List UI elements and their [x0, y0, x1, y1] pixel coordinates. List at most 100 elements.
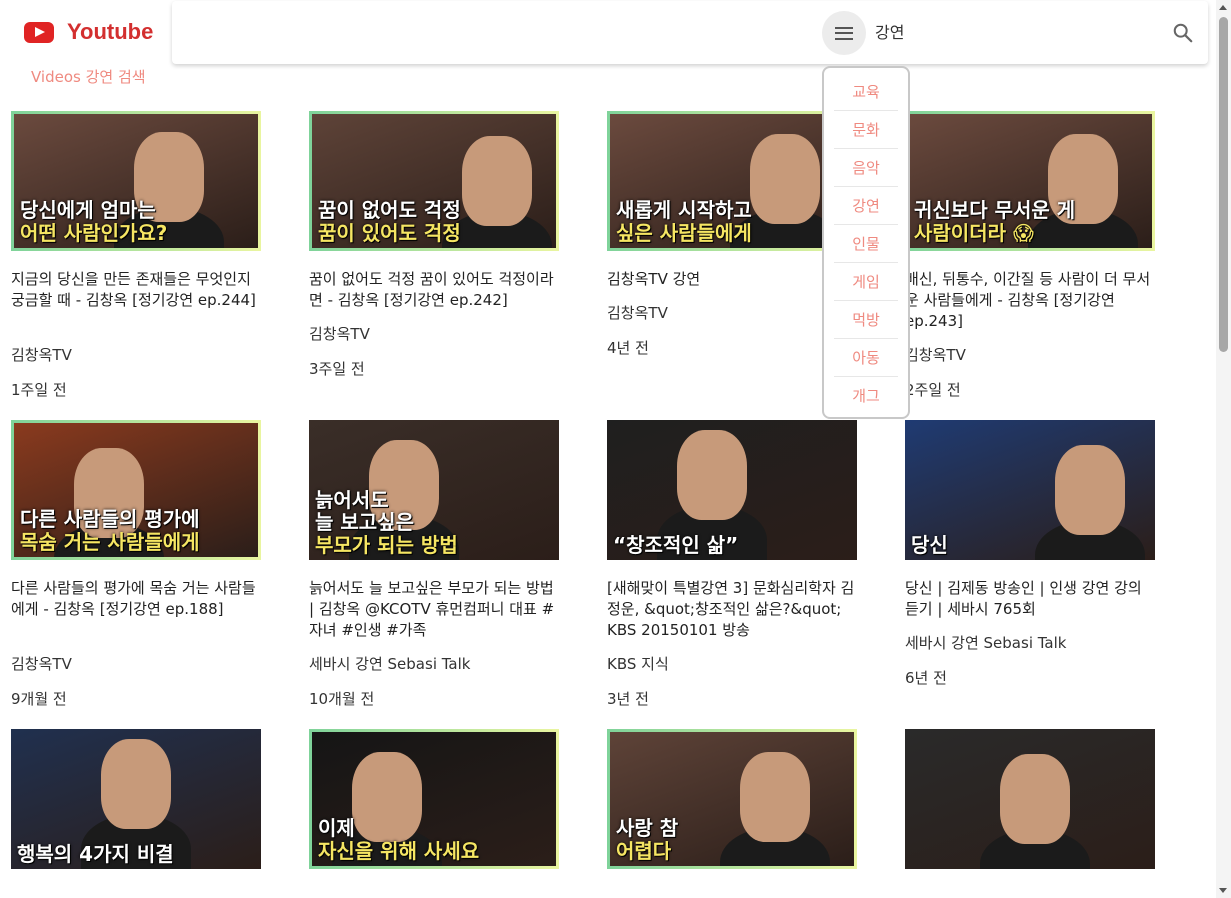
video-thumbnail[interactable]: 당신에게 엄마는 어떤 사람인가요?: [11, 111, 261, 251]
thumbnail-caption-line: 귀신보다 무서운 게: [914, 198, 1076, 223]
video-card[interactable]: [905, 729, 1155, 869]
category-item[interactable]: 먹방: [834, 301, 898, 339]
video-thumbnail[interactable]: 이제 자신을 위해 사세요: [309, 729, 559, 869]
video-title[interactable]: 당신 | 김제동 방송인 | 인생 강연 강의 듣기 | 세바시 765회: [905, 578, 1155, 620]
thumbnail-caption-line: 목숨 거는 사람들에게: [20, 529, 200, 554]
video-card[interactable]: 다른 사람들의 평가에 목숨 거는 사람들에게 다른 사람들의 평가에 목숨 거는 …: [11, 420, 261, 729]
video-thumbnail[interactable]: 귀신보다 무서운 게 사람이더라 😱: [905, 111, 1155, 251]
thumbnail-caption-line: 늘 보고싶은: [315, 510, 414, 535]
scrollbar[interactable]: [1216, 0, 1231, 898]
category-item[interactable]: 개그: [834, 377, 898, 415]
youtube-play-icon: [24, 21, 54, 43]
channel-name[interactable]: KBS 지식: [607, 653, 857, 674]
search-icon[interactable]: [1172, 22, 1194, 44]
search-bar: [172, 1, 1208, 64]
video-thumbnail[interactable]: 꿈이 없어도 걱정 꿈이 있어도 걱정: [309, 111, 559, 251]
video-card[interactable]: 새롭게 시작하고 싶은 사람들에게김창옥TV 강연김창옥TV 4년 전: [607, 111, 857, 420]
upload-age: 6년 전: [905, 669, 947, 687]
thumbnail-caption: 당신: [911, 532, 1149, 557]
thumbnail-face: [677, 430, 747, 520]
video-card[interactable]: 당신당신 | 김제동 방송인 | 인생 강연 강의 듣기 | 세바시 765회세…: [905, 420, 1155, 729]
thumbnail-caption-line: 싶은 사람들에게: [616, 220, 752, 245]
video-title[interactable]: 배신, 뒤통수, 이간질 등 사람이 더 무서운 사람들에게 - 김창옥 [정기…: [905, 269, 1155, 332]
logo[interactable]: Youtube: [24, 19, 153, 45]
video-thumbnail[interactable]: 다른 사람들의 평가에 목숨 거는 사람들에게: [11, 420, 261, 560]
video-card[interactable]: 이제 자신을 위해 사세요: [309, 729, 559, 869]
channel-name[interactable]: 김창옥TV: [905, 344, 1155, 365]
scroll-down-arrow-icon[interactable]: [1219, 888, 1227, 893]
video-title[interactable]: [새해맞이 특별강연 3] 문화심리학자 김정운, &quot;창조적인 삶은?…: [607, 578, 857, 641]
thumbnail-caption-line: 자신을 위해 사세요: [318, 838, 480, 863]
thumbnail-caption-line: 사랑 참: [616, 816, 679, 841]
thumbnail-caption-line: 꿈이 있어도 걱정: [318, 220, 461, 245]
video-thumbnail[interactable]: 사랑 참 어렵다: [607, 729, 857, 869]
channel-name[interactable]: 김창옥TV: [11, 344, 261, 365]
thumbnail-caption-line: 사람이더라 😱: [914, 220, 1034, 245]
scrollbar-thumb[interactable]: [1219, 17, 1228, 352]
thumbnail-caption: 행복의 4가지 비결: [17, 842, 255, 865]
thumbnail-caption-line: 새롭게 시작하고: [616, 198, 752, 223]
video-thumbnail[interactable]: “창조적인 삶”: [607, 420, 857, 560]
channel-name[interactable]: 세바시 강연 Sebasi Talk: [309, 653, 559, 674]
thumbnail-caption-line: 이제: [318, 816, 355, 841]
video-title[interactable]: 김창옥TV 강연: [607, 269, 857, 290]
upload-age: 1주일 전: [11, 381, 67, 399]
thumbnail-face: [1000, 754, 1070, 844]
video-card[interactable]: 늙어서도 늘 보고싶은 부모가 되는 방법늙어서도 늘 보고싶은 부모가 되는 방법…: [309, 420, 559, 729]
thumbnail-face: [1055, 445, 1125, 535]
logo-text: Youtube: [67, 19, 154, 44]
video-card[interactable]: 당신에게 엄마는 어떤 사람인가요? 지금의 당신을 만든 존재들은 무엇인지 궁금…: [11, 111, 261, 420]
upload-age: 2주일 전: [905, 381, 961, 399]
thumbnail-caption: 늙어서도 늘 보고싶은 부모가 되는 방법: [315, 488, 553, 557]
thumbnail-caption-line: 당신에게 엄마는: [20, 198, 156, 223]
scroll-up-arrow-icon[interactable]: [1219, 5, 1227, 10]
video-thumbnail[interactable]: 늙어서도 늘 보고싶은 부모가 되는 방법: [309, 420, 559, 560]
upload-age: 4년 전: [607, 339, 649, 357]
category-item[interactable]: 문화: [834, 111, 898, 149]
channel-name[interactable]: 세바시 강연 Sebasi Talk: [905, 632, 1155, 653]
channel-name[interactable]: 김창옥TV: [309, 323, 559, 344]
video-card[interactable]: 사랑 참 어렵다: [607, 729, 857, 869]
video-card[interactable]: 꿈이 없어도 걱정 꿈이 있어도 걱정꿈이 없어도 걱정 꿈이 있어도 걱정이라면…: [309, 111, 559, 420]
upload-age: 9개월 전: [11, 690, 67, 708]
video-title[interactable]: 지금의 당신을 만든 존재들은 무엇인지 궁금할 때 - 김창옥 [정기강연 e…: [11, 269, 261, 332]
thumbnail-caption: 꿈이 없어도 걱정 꿈이 있어도 걱정: [318, 199, 550, 244]
thumbnail-caption: 새롭게 시작하고 싶은 사람들에게: [616, 199, 848, 244]
thumbnail-caption-line: 어떤 사람인가요?: [20, 220, 168, 245]
thumbnail-caption-line: 부모가 되는 방법: [315, 532, 458, 557]
channel-name[interactable]: 김창옥TV: [607, 302, 857, 323]
hamburger-icon: [835, 26, 853, 40]
thumbnail-caption: 다른 사람들의 평가에 목숨 거는 사람들에게: [20, 508, 252, 553]
upload-age: 3년 전: [607, 690, 649, 708]
video-title[interactable]: 꿈이 없어도 걱정 꿈이 있어도 걱정이라면 - 김창옥 [정기강연 ep.24…: [309, 269, 559, 311]
category-menu-button[interactable]: [822, 11, 866, 55]
channel-name[interactable]: 김창옥TV: [11, 653, 261, 674]
video-card[interactable]: “창조적인 삶” [새해맞이 특별강연 3] 문화심리학자 김정운, &quot;…: [607, 420, 857, 729]
video-card[interactable]: 귀신보다 무서운 게 사람이더라 😱 배신, 뒤통수, 이간질 등 사람이 더 무서…: [905, 111, 1155, 420]
video-thumbnail[interactable]: 당신: [905, 420, 1155, 560]
category-item[interactable]: 아동: [834, 339, 898, 377]
video-thumbnail[interactable]: [905, 729, 1155, 869]
video-card[interactable]: 행복의 4가지 비결: [11, 729, 261, 869]
video-grid: 당신에게 엄마는 어떤 사람인가요? 지금의 당신을 만든 존재들은 무엇인지 궁금…: [11, 111, 1155, 869]
category-item[interactable]: 음악: [834, 149, 898, 187]
thumbnail-caption: 당신에게 엄마는 어떤 사람인가요?: [20, 199, 252, 244]
video-title[interactable]: 다른 사람들의 평가에 목숨 거는 사람들에게 - 김창옥 [정기강연 ep.1…: [11, 578, 261, 641]
category-item[interactable]: 교육: [834, 73, 898, 111]
video-title[interactable]: 늙어서도 늘 보고싶은 부모가 되는 방법 | 김창옥 @KCOTV 휴먼컴퍼니…: [309, 578, 559, 641]
search-input[interactable]: [875, 21, 1155, 40]
category-item[interactable]: 게임: [834, 263, 898, 301]
thumbnail-caption-line: 다른 사람들의 평가에: [20, 507, 200, 532]
video-thumbnail[interactable]: 행복의 4가지 비결: [11, 729, 261, 869]
thumbnail-caption: 사랑 참 어렵다: [616, 817, 848, 862]
thumbnail-caption-line: 당신: [911, 532, 948, 557]
upload-age: 10개월 전: [309, 690, 375, 708]
thumbnail-caption-line: “창조적인 삶”: [613, 532, 739, 557]
thumbnail-caption: “창조적인 삶”: [613, 532, 851, 557]
thumbnail-caption: 귀신보다 무서운 게 사람이더라 😱: [914, 199, 1146, 244]
video-thumbnail[interactable]: 새롭게 시작하고 싶은 사람들에게: [607, 111, 857, 251]
thumbnail-caption: 이제 자신을 위해 사세요: [318, 817, 550, 862]
category-item[interactable]: 인물: [834, 225, 898, 263]
category-item[interactable]: 강연: [834, 187, 898, 225]
category-dropdown: 교육 문화 음악 강연 인물 게임 먹방 아동 개그: [822, 66, 910, 419]
